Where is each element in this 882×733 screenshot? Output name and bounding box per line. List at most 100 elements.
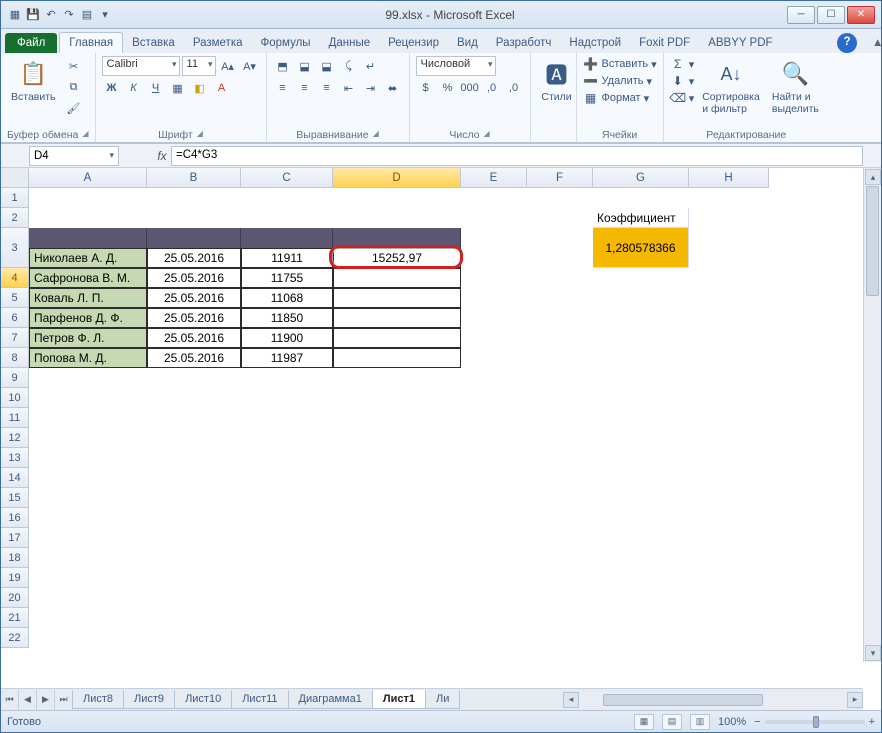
find-select-button[interactable]: 🔍 Найти и выделить [768, 56, 823, 117]
tab-надстрой[interactable]: Надстрой [560, 33, 630, 53]
row-header-1[interactable]: 1 [1, 188, 29, 208]
select-all-button[interactable] [1, 168, 29, 188]
insert-row-button[interactable]: ➕Вставить ▾ [583, 56, 657, 72]
sheet-tab-Лист10[interactable]: Лист10 [174, 690, 232, 709]
tab-file[interactable]: Файл [5, 33, 57, 53]
sort-filter-button[interactable]: А↓ Сортировка и фильтр [698, 56, 764, 117]
dialog-launcher-icon[interactable]: ◢ [197, 129, 203, 141]
cell-A9[interactable]: Попова М. Д. [29, 348, 147, 368]
align-bottom-icon[interactable]: ⬓ [317, 56, 337, 76]
row-header-20[interactable]: 20 [1, 588, 29, 608]
col-header-E[interactable]: E [461, 168, 527, 188]
row-header-22[interactable]: 22 [1, 628, 29, 648]
row-header-15[interactable]: 15 [1, 488, 29, 508]
tab-рецензир[interactable]: Рецензир [379, 33, 448, 53]
cell-B9[interactable]: 25.05.2016 [147, 348, 241, 368]
row-header-18[interactable]: 18 [1, 548, 29, 568]
sheet-tab-Лист9[interactable]: Лист9 [123, 690, 175, 709]
paste-button[interactable]: 📋 Вставить [7, 56, 60, 105]
tab-вставка[interactable]: Вставка [123, 33, 184, 53]
cell-C4[interactable]: 11911 [241, 248, 333, 268]
cell-D4[interactable]: 15252,97 [333, 248, 461, 268]
tab-главная[interactable]: Главная [59, 32, 123, 53]
cell-G2[interactable]: Коэффициент [593, 208, 689, 228]
row-header-17[interactable]: 17 [1, 528, 29, 548]
comma-icon[interactable]: 000 [460, 78, 480, 98]
indent-dec-icon[interactable]: ⇤ [339, 78, 359, 98]
align-middle-icon[interactable]: ⬓ [295, 56, 315, 76]
bold-icon[interactable]: Ж [102, 78, 122, 98]
cell-B5[interactable]: 25.05.2016 [147, 268, 241, 288]
border-icon[interactable]: ▦ [168, 78, 188, 98]
styles-button[interactable]: 🅰 Стили [537, 56, 577, 105]
close-button[interactable]: ✕ [847, 6, 875, 24]
vertical-scrollbar[interactable]: ▴ ▾ [863, 168, 881, 662]
row-header-4[interactable]: 4 [1, 268, 29, 288]
save-icon[interactable]: 💾 [25, 7, 41, 23]
col-header-D[interactable]: D [333, 168, 461, 188]
cell-D7[interactable] [333, 308, 461, 328]
sheet-next-icon[interactable]: ▶ [37, 690, 55, 710]
tab-abbyy pdf[interactable]: ABBYY PDF [699, 33, 781, 53]
col-header-A[interactable]: A [29, 168, 147, 188]
row-header-9[interactable]: 9 [1, 368, 29, 388]
sheet-tab-Лист11[interactable]: Лист11 [231, 690, 288, 709]
tab-формулы[interactable]: Формулы [252, 33, 320, 53]
cell-C8[interactable]: 11900 [241, 328, 333, 348]
row-header-14[interactable]: 14 [1, 468, 29, 488]
font-size-combo[interactable]: 11 [182, 56, 216, 76]
tab-разработч[interactable]: Разработч [487, 33, 561, 53]
cell-B4[interactable]: 25.05.2016 [147, 248, 241, 268]
row-header-11[interactable]: 11 [1, 408, 29, 428]
cell-C5[interactable]: 11755 [241, 268, 333, 288]
indent-inc-icon[interactable]: ⇥ [361, 78, 381, 98]
hscroll-thumb[interactable] [603, 694, 763, 706]
qat-icon2[interactable]: ▾ [97, 7, 113, 23]
percent-icon[interactable]: % [438, 78, 458, 98]
font-name-combo[interactable]: Calibri [102, 56, 180, 76]
cell-D6[interactable] [333, 288, 461, 308]
qat-icon[interactable]: ▤ [79, 7, 95, 23]
format-painter-icon[interactable]: 🖌 [64, 98, 84, 118]
col-header-C[interactable]: C [241, 168, 333, 188]
minimize-button[interactable]: ─ [787, 6, 815, 24]
row-header-8[interactable]: 8 [1, 348, 29, 368]
col-header-H[interactable]: H [689, 168, 769, 188]
scroll-down-icon[interactable]: ▾ [865, 645, 881, 661]
align-top-icon[interactable]: ⬒ [273, 56, 293, 76]
font-color-icon[interactable]: A [212, 78, 232, 98]
cell-A5[interactable]: Сафронова В. М. [29, 268, 147, 288]
cell-A8[interactable]: Петров Ф. Л. [29, 328, 147, 348]
fx-icon[interactable]: fx [153, 149, 171, 163]
cell-B6[interactable]: 25.05.2016 [147, 288, 241, 308]
row-header-3[interactable]: 3 [1, 228, 29, 268]
view-normal-icon[interactable]: ▦ [634, 714, 654, 730]
fill-color-icon[interactable]: ◧ [190, 78, 210, 98]
row-header-10[interactable]: 10 [1, 388, 29, 408]
scroll-up-icon[interactable]: ▴ [865, 169, 881, 185]
cell-G3[interactable]: 1,280578366 [593, 228, 689, 268]
fill-button[interactable]: ⬇▾ [670, 73, 695, 89]
dialog-launcher-icon[interactable]: ◢ [373, 129, 379, 141]
clear-button[interactable]: ⌫▾ [670, 90, 695, 106]
cell-B7[interactable]: 25.05.2016 [147, 308, 241, 328]
inc-decimal-icon[interactable]: ,0 [482, 78, 502, 98]
copy-icon[interactable]: ⧉ [64, 77, 84, 97]
align-right-icon[interactable]: ≡ [317, 78, 337, 98]
sheet-tab-Лист1[interactable]: Лист1 [372, 690, 426, 709]
col-header-G[interactable]: G [593, 168, 689, 188]
cut-icon[interactable]: ✂ [64, 56, 84, 76]
dialog-launcher-icon[interactable]: ◢ [82, 129, 88, 141]
help-icon[interactable]: ? [837, 33, 857, 53]
cell-D5[interactable] [333, 268, 461, 288]
sheet-first-icon[interactable]: ⏮ [1, 690, 19, 710]
ribbon-minimize-icon[interactable]: ▲ [863, 33, 881, 53]
maximize-button[interactable]: ☐ [817, 6, 845, 24]
zoom-thumb[interactable] [813, 716, 819, 728]
underline-icon[interactable]: Ч [146, 78, 166, 98]
number-format-combo[interactable]: Числовой [416, 56, 496, 76]
cell-B8[interactable]: 25.05.2016 [147, 328, 241, 348]
zoom-out-icon[interactable]: − [754, 716, 760, 728]
col-header-F[interactable]: F [527, 168, 593, 188]
tab-данные[interactable]: Данные [320, 33, 380, 53]
